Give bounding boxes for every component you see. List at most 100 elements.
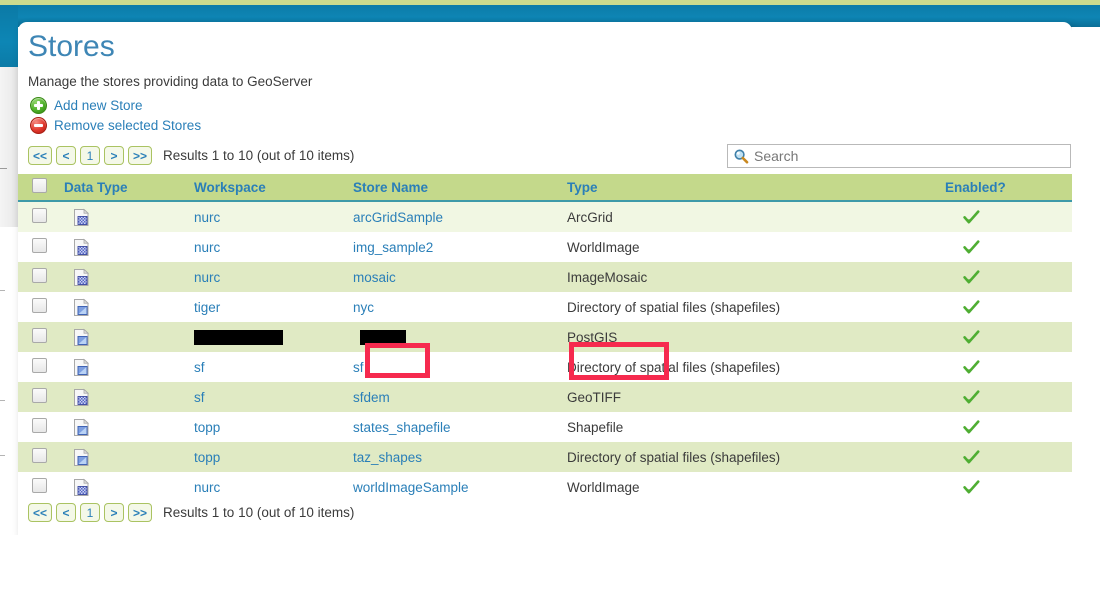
row-checkbox[interactable] (32, 388, 47, 403)
store-name-cell: worldImageSample (351, 472, 565, 502)
column-header-workspace[interactable]: Workspace (192, 174, 351, 202)
row-checkbox[interactable] (32, 208, 47, 223)
select-all-checkbox[interactable] (32, 178, 47, 193)
search-input[interactable] (750, 148, 1070, 164)
row-checkbox[interactable] (32, 238, 47, 253)
workspace-link[interactable]: sf (194, 360, 205, 375)
data-type-cell (62, 412, 192, 442)
enabled-check-icon (963, 389, 980, 403)
workspace-link[interactable]: sf (194, 390, 205, 405)
workspace-cell (192, 322, 351, 352)
workspace-cell: nurc (192, 472, 351, 502)
raster-store-icon (74, 478, 90, 496)
enabled-cell (943, 352, 1072, 382)
row-checkbox[interactable] (32, 298, 47, 313)
workspace-cell: topp (192, 442, 351, 472)
remove-selected-stores-label: Remove selected Stores (54, 117, 202, 133)
table-row: sf sf Directory of spatial files (shapefil… (18, 352, 1072, 382)
pagination-bottom: << < 1 > >> Results 1 to 10 (out of 10 i… (28, 503, 354, 522)
enabled-cell (943, 322, 1072, 352)
page-bottom-area (0, 535, 1100, 591)
raster-store-icon (74, 388, 90, 406)
pager-next-button[interactable]: > (104, 146, 125, 165)
type-cell: WorldImage (565, 232, 943, 262)
store-name-link[interactable]: sf (353, 360, 364, 375)
raster-store-icon (74, 208, 90, 226)
store-name-link[interactable]: nyc (353, 300, 374, 315)
page-subtitle: Manage the stores providing data to GeoS… (28, 74, 313, 89)
store-name-link[interactable]: arcGridSample (353, 210, 443, 225)
store-name-link[interactable]: states_shapefile (353, 420, 451, 435)
row-checkbox[interactable] (32, 268, 47, 283)
table-row: nurc arcGridSample ArcGrid (18, 201, 1072, 232)
pager-page-1-button[interactable]: 1 (80, 146, 101, 165)
store-name-cell: arcGridSample (351, 201, 565, 232)
raster-store-icon (74, 268, 90, 286)
enabled-cell (943, 442, 1072, 472)
store-name-cell: nyc (351, 292, 565, 322)
enabled-check-icon (963, 239, 980, 253)
stores-table: Data Type Workspace Store Name Type Enab… (18, 174, 1072, 502)
workspace-link[interactable]: topp (194, 420, 220, 435)
row-checkbox[interactable] (32, 478, 47, 493)
table-row: nurc worldImageSample WorldImage (18, 472, 1072, 502)
enabled-check-icon (963, 209, 980, 223)
pager-last-button[interactable]: >> (128, 146, 153, 165)
data-type-cell (62, 232, 192, 262)
workspace-link[interactable]: nurc (194, 240, 220, 255)
type-cell: WorldImage (565, 472, 943, 502)
type-cell: GeoTIFF (565, 382, 943, 412)
workspace-link[interactable]: nurc (194, 210, 220, 225)
search-box[interactable] (727, 144, 1071, 168)
pager-first-button-bottom[interactable]: << (28, 503, 53, 522)
store-name-link[interactable]: img_sample2 (353, 240, 433, 255)
column-header-store-name[interactable]: Store Name (351, 174, 565, 202)
store-name-link[interactable]: sfdem (353, 390, 390, 405)
vector-store-icon (74, 328, 90, 346)
vector-store-icon (74, 358, 90, 376)
table-row: nurc img_sample2 WorldImage (18, 232, 1072, 262)
row-select-cell (18, 382, 62, 412)
pager-next-button-bottom[interactable]: > (104, 503, 125, 522)
type-cell: ArcGrid (565, 201, 943, 232)
remove-selected-stores-link[interactable]: Remove selected Stores (30, 116, 201, 134)
rail-divider (0, 168, 7, 169)
pager-prev-button-bottom[interactable]: < (56, 503, 77, 522)
column-header-type[interactable]: Type (565, 174, 943, 202)
pager-page-1-button-bottom[interactable]: 1 (80, 503, 101, 522)
redaction-bar-workspace (194, 329, 283, 345)
store-name-link[interactable]: worldImageSample (353, 480, 469, 495)
row-checkbox[interactable] (32, 418, 47, 433)
pager-first-button[interactable]: << (28, 146, 53, 165)
column-header-enabled[interactable]: Enabled? (943, 174, 1072, 202)
enabled-check-icon (963, 359, 980, 373)
type-cell: Directory of spatial files (shapefiles) (565, 442, 943, 472)
pagination-top: << < 1 > >> Results 1 to 10 (out of 10 i… (28, 146, 354, 165)
store-name-link[interactable]: taz_shapes (353, 450, 422, 465)
add-new-store-link[interactable]: Add new Store (30, 96, 143, 114)
plus-circle-icon (30, 96, 47, 114)
vector-store-icon (74, 448, 90, 466)
row-checkbox[interactable] (32, 328, 47, 343)
row-select-cell (18, 442, 62, 472)
row-select-cell (18, 262, 62, 292)
enabled-check-icon (963, 329, 980, 343)
column-header-data-type[interactable]: Data Type (62, 174, 192, 202)
row-checkbox[interactable] (32, 448, 47, 463)
workspace-link[interactable]: nurc (194, 270, 220, 285)
redaction-bar-store-name (360, 329, 406, 345)
store-name-link[interactable]: mosaic (353, 270, 396, 285)
vector-store-icon (74, 418, 90, 436)
pager-last-button-bottom[interactable]: >> (128, 503, 153, 522)
workspace-link[interactable]: topp (194, 450, 220, 465)
workspace-link[interactable]: tiger (194, 300, 220, 315)
row-select-cell (18, 201, 62, 232)
row-checkbox[interactable] (32, 358, 47, 373)
type-cell: ImageMosaic (565, 262, 943, 292)
pager-prev-button[interactable]: < (56, 146, 77, 165)
workspace-link[interactable]: nurc (194, 480, 220, 495)
table-row: PostGIS (18, 322, 1072, 352)
rail-divider (0, 455, 5, 456)
workspace-cell: sf (192, 382, 351, 412)
row-select-cell (18, 292, 62, 322)
